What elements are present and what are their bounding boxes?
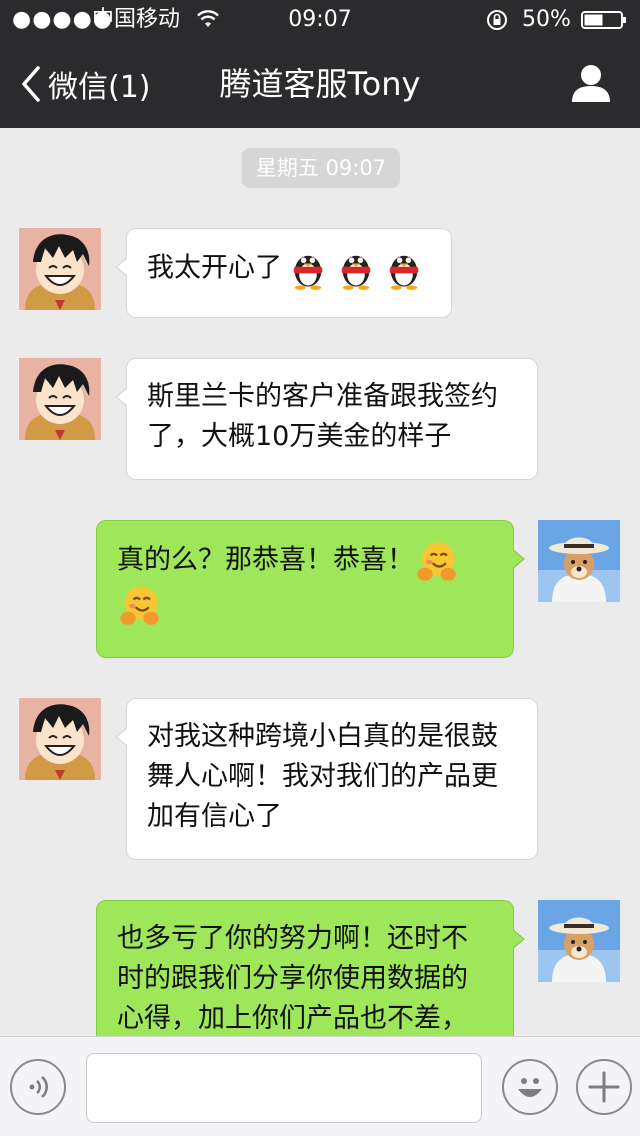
my-avatar[interactable] <box>538 900 620 982</box>
nav-bar: 微信(1) 腾道客服Tony <box>0 40 640 128</box>
penguin-icon <box>341 255 371 290</box>
emoji-button[interactable] <box>502 1059 558 1115</box>
more-button[interactable] <box>576 1059 632 1115</box>
penguin-icon <box>389 255 419 290</box>
message-bubble-received[interactable]: 对我这种跨境小白真的是很鼓 舞人心啊！我对我们的产品更 加有信心了 <box>115 698 538 860</box>
input-bar <box>0 1036 640 1136</box>
battery-icon <box>581 11 626 29</box>
message-bubble-received[interactable]: 斯里兰卡的客户准备跟我签约 了，大概10万美金的样子 <box>115 358 538 480</box>
status-bar: ●●●●● 中国移动 09:07 50% <box>0 0 640 40</box>
message-text-line: 对我这种跨境小白真的是很鼓 <box>147 721 498 752</box>
message-text-line: 加有信心了 <box>147 801 282 832</box>
message-text-line: 斯里兰卡的客户准备跟我签约 <box>147 381 498 412</box>
message-text-line: 舞人心啊！我对我们的产品更 <box>147 761 498 792</box>
message-bubble-received[interactable]: 我太开心了 <box>115 228 452 318</box>
rotation-lock-icon <box>487 10 507 30</box>
penguin-icon <box>293 255 323 290</box>
message-bubble-sent[interactable]: 也多亏了你的努力啊！还时不 时的跟我们分享你使用数据的 心得，加上你们产品也不差… <box>96 900 525 1036</box>
message-text: 我太开心了 <box>147 252 282 284</box>
message-input[interactable] <box>86 1053 482 1123</box>
chat-title: 腾道客服Tony <box>219 65 421 103</box>
chat-area[interactable]: 星期五 09:07 我太开心了 斯里兰卡的客户准备跟我签约 了，大概10万美金的… <box>0 128 640 1036</box>
message-text-line: 时的跟我们分享你使用数据的 <box>117 963 468 994</box>
profile-icon[interactable] <box>570 62 612 104</box>
hug-emoji-icon <box>417 542 456 581</box>
message-text: 真的么？那恭喜！恭喜！ <box>117 544 414 576</box>
voice-icon <box>29 1076 48 1098</box>
smiley-icon <box>518 1078 542 1097</box>
battery-percent: 50% <box>522 7 571 32</box>
message-bubble-sent[interactable]: 真的么？那恭喜！恭喜！ <box>96 520 525 658</box>
message-text-line: 心得，加上你们产品也不差， <box>117 1003 468 1034</box>
my-avatar[interactable] <box>538 520 620 602</box>
plus-icon <box>588 1071 620 1103</box>
message-timestamp: 星期五 09:07 <box>242 148 400 188</box>
message-text-line: 了，大概10万美金的样子 <box>147 421 452 452</box>
contact-avatar[interactable] <box>19 228 101 310</box>
hug-emoji-icon <box>120 586 159 625</box>
contact-avatar[interactable] <box>19 698 101 780</box>
message-text-line: 也多亏了你的努力啊！还时不 <box>117 923 468 954</box>
voice-button[interactable] <box>10 1059 66 1115</box>
contact-avatar[interactable] <box>19 358 101 440</box>
